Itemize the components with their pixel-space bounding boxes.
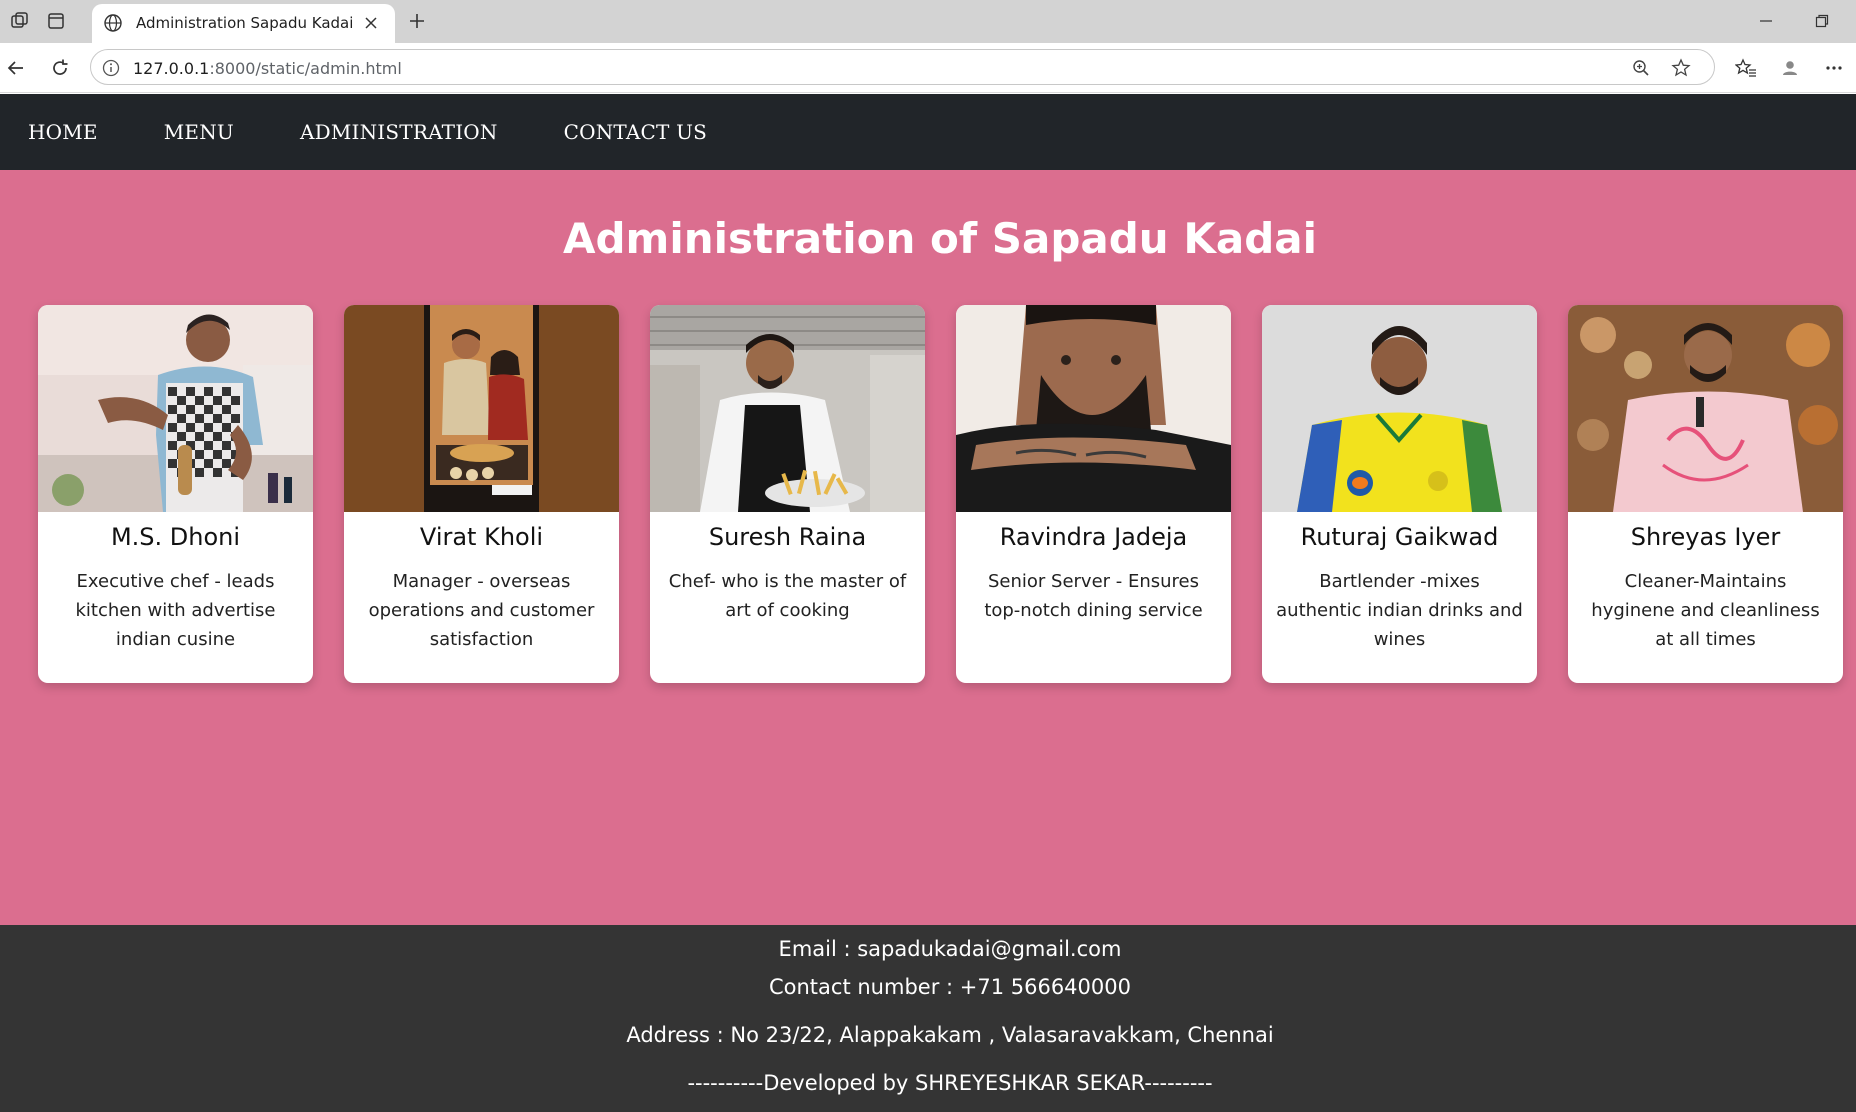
- workspaces-icon[interactable]: [4, 6, 36, 36]
- staff-role: Cleaner-Maintains hyginene and cleanline…: [1591, 571, 1820, 650]
- staff-photo: [650, 305, 925, 512]
- url-text: 127.0.0.1:8000/static/admin.html: [133, 59, 402, 78]
- staff-photo: [38, 305, 313, 512]
- staff-photo: [956, 305, 1231, 512]
- browser-toolbar: 127.0.0.1:8000/static/admin.html: [0, 43, 1856, 93]
- staff-role: Senior Server - Ensures top-notch dining…: [984, 571, 1203, 621]
- staff-photo: [1568, 305, 1843, 512]
- staff-name: Shreyas Iyer: [1630, 523, 1781, 551]
- nav-link-contact-us[interactable]: CONTACT US: [564, 120, 707, 144]
- tab-actions-icon[interactable]: [40, 6, 72, 36]
- footer-developer-credit: ----------Developed by SHREYESHKAR SEKAR…: [687, 1071, 1213, 1095]
- minimize-icon[interactable]: [1746, 6, 1786, 36]
- profile-avatar-icon[interactable]: [1774, 53, 1806, 83]
- close-tab-icon[interactable]: [360, 12, 382, 34]
- back-icon[interactable]: [0, 53, 32, 83]
- staff-card-list: M.S. Dhoni Executive chef - leads kitche…: [38, 305, 1856, 685]
- staff-card: Suresh Raina Chef- who is the master of …: [650, 305, 925, 683]
- staff-name: M.S. Dhoni: [110, 523, 241, 551]
- reload-icon[interactable]: [44, 53, 76, 83]
- nav-link-home[interactable]: HOME: [28, 120, 98, 144]
- footer-address: Address : No 23/22, Alappakakam , Valasa…: [626, 1023, 1274, 1047]
- staff-role: Manager - overseas operations and custom…: [368, 571, 595, 650]
- staff-name: Virat Kholi: [419, 523, 544, 551]
- administration-section: Administration of Sapadu Kadai M.S. Dhon…: [0, 170, 1856, 925]
- globe-icon: [102, 12, 124, 34]
- nav-link-menu[interactable]: MENU: [164, 120, 234, 144]
- site-navbar: HOME MENU ADMINISTRATION CONTACT US: [0, 94, 1856, 170]
- staff-card: Shreyas Iyer Cleaner-Maintains hyginene …: [1568, 305, 1843, 683]
- staff-photo: [344, 305, 619, 512]
- page-title: Administration of Sapadu Kadai: [562, 214, 1318, 263]
- staff-name: Suresh Raina: [708, 523, 867, 551]
- nav-link-administration[interactable]: ADMINISTRATION: [300, 120, 498, 144]
- site-info-icon[interactable]: [101, 58, 121, 78]
- tab-title: Administration Sapadu Kadai: [136, 14, 354, 32]
- staff-role: Chef- who is the master of art of cookin…: [668, 571, 907, 621]
- staff-name: Ravindra Jadeja: [999, 523, 1188, 551]
- browser-tabstrip: Administration Sapadu Kadai: [0, 0, 1856, 43]
- address-bar[interactable]: 127.0.0.1:8000/static/admin.html: [90, 49, 1715, 85]
- footer-contact-number: Contact number : +71 566640000: [768, 975, 1131, 999]
- staff-card: Ruturaj Gaikwad Bartlender -mixes authen…: [1262, 305, 1537, 683]
- more-options-icon[interactable]: [1818, 53, 1850, 83]
- zoom-icon[interactable]: [1629, 56, 1653, 80]
- staff-role: Executive chef - leads kitchen with adve…: [75, 571, 276, 650]
- favorites-icon[interactable]: [1730, 53, 1762, 83]
- active-tab[interactable]: Administration Sapadu Kadai: [92, 4, 395, 43]
- staff-role: Bartlender -mixes authentic indian drink…: [1276, 571, 1523, 650]
- new-tab-icon[interactable]: [402, 6, 432, 36]
- staff-card: M.S. Dhoni Executive chef - leads kitche…: [38, 305, 313, 683]
- restore-icon[interactable]: [1802, 6, 1842, 36]
- footer-email: Email : sapadukadai@gmail.com: [778, 937, 1122, 961]
- site-footer: Email : sapadukadai@gmail.com Contact nu…: [0, 925, 1856, 1112]
- staff-name: Ruturaj Gaikwad: [1300, 523, 1499, 551]
- staff-card: Virat Kholi Manager - overseas operation…: [344, 305, 619, 683]
- staff-photo: [1262, 305, 1537, 512]
- staff-card: Ravindra Jadeja Senior Server - Ensures …: [956, 305, 1231, 683]
- favorite-star-icon[interactable]: [1669, 56, 1693, 80]
